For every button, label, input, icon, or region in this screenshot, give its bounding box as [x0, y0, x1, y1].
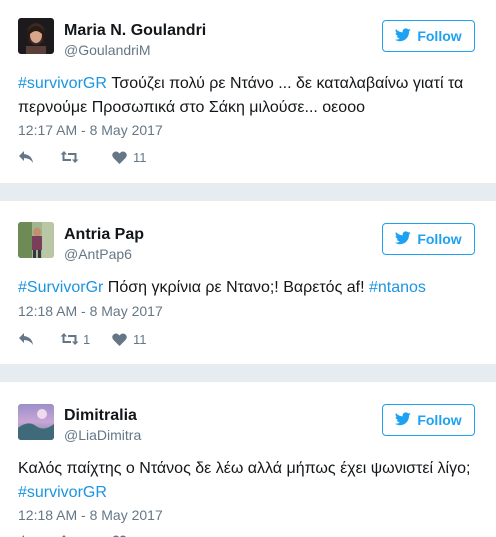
twitter-bird-icon — [395, 411, 412, 429]
follow-label: Follow — [417, 28, 462, 44]
display-name[interactable]: Antria Pap — [64, 226, 144, 244]
avatar[interactable] — [18, 222, 54, 258]
heart-icon — [112, 332, 127, 346]
follow-button[interactable]: Follow — [382, 404, 475, 436]
tweet-text-body: Καλός παίχτης ο Ντάνος δε λέω αλλά μήπως… — [18, 460, 471, 477]
hashtag-link[interactable]: #survivorGR — [18, 75, 107, 92]
tweet-card: Maria N. Goulandri @GoulandriM Follow #s… — [0, 0, 496, 183]
twitter-bird-icon — [395, 230, 412, 248]
follow-button[interactable]: Follow — [382, 20, 475, 52]
display-name[interactable]: Dimitralia — [64, 407, 137, 425]
avatar[interactable] — [18, 18, 54, 54]
user-handle[interactable]: @LiaDimitra — [64, 427, 141, 443]
tweet-actions — [18, 532, 127, 537]
reply-icon[interactable] — [18, 150, 35, 164]
hashtag-link[interactable]: #SurvivorGr — [18, 279, 103, 296]
tweet-timestamp[interactable]: 12:18 AM - 8 May 2017 — [18, 507, 163, 523]
user-handle[interactable]: @AntPap6 — [64, 246, 132, 262]
avatar[interactable] — [18, 404, 54, 440]
hashtag-link[interactable]: #survivorGR — [18, 484, 107, 501]
heart-icon — [112, 150, 127, 164]
hashtag-link[interactable]: #ntanos — [369, 279, 426, 296]
reply-icon[interactable] — [18, 332, 35, 346]
tweet-timestamp[interactable]: 12:17 AM - 8 May 2017 — [18, 122, 163, 138]
twitter-bird-icon — [395, 27, 412, 45]
tweet-actions: 1 11 — [18, 330, 147, 348]
follow-label: Follow — [417, 231, 462, 247]
retweet-icon — [60, 150, 79, 164]
follow-label: Follow — [417, 412, 462, 428]
tweet-timestamp[interactable]: 12:18 AM - 8 May 2017 — [18, 303, 163, 319]
tweet-actions: 11 — [18, 148, 147, 166]
retweet-action[interactable]: 1 — [60, 332, 104, 347]
tweet-text: Καλός παίχτης ο Ντάνος δε λέω αλλά μήπως… — [18, 457, 483, 505]
like-count: 11 — [133, 331, 147, 347]
user-handle[interactable]: @GoulandriM — [64, 42, 151, 58]
retweet-icon — [60, 332, 79, 346]
like-count: 11 — [133, 149, 147, 165]
tweet-card: Antria Pap @AntPap6 Follow #SurvivorGr Π… — [0, 201, 496, 364]
tweet-text-body: Πόση γκρίνια ρε Ντανο;! Βαρετός af! — [103, 279, 369, 296]
like-action[interactable]: 11 — [112, 150, 147, 165]
tweet-text: #SurvivorGr Πόση γκρίνια ρε Ντανο;! Βαρε… — [18, 276, 483, 300]
like-action[interactable]: 11 — [112, 332, 147, 347]
follow-button[interactable]: Follow — [382, 223, 475, 255]
tweet-text: #survivorGR Τσούζει πολύ ρε Ντάνο ... δε… — [18, 72, 483, 120]
display-name[interactable]: Maria N. Goulandri — [64, 22, 206, 40]
retweet-action[interactable] — [60, 150, 104, 164]
tweet-card: Dimitralia @LiaDimitra Follow Καλός παίχ… — [0, 382, 496, 537]
retweet-count: 1 — [83, 331, 91, 347]
